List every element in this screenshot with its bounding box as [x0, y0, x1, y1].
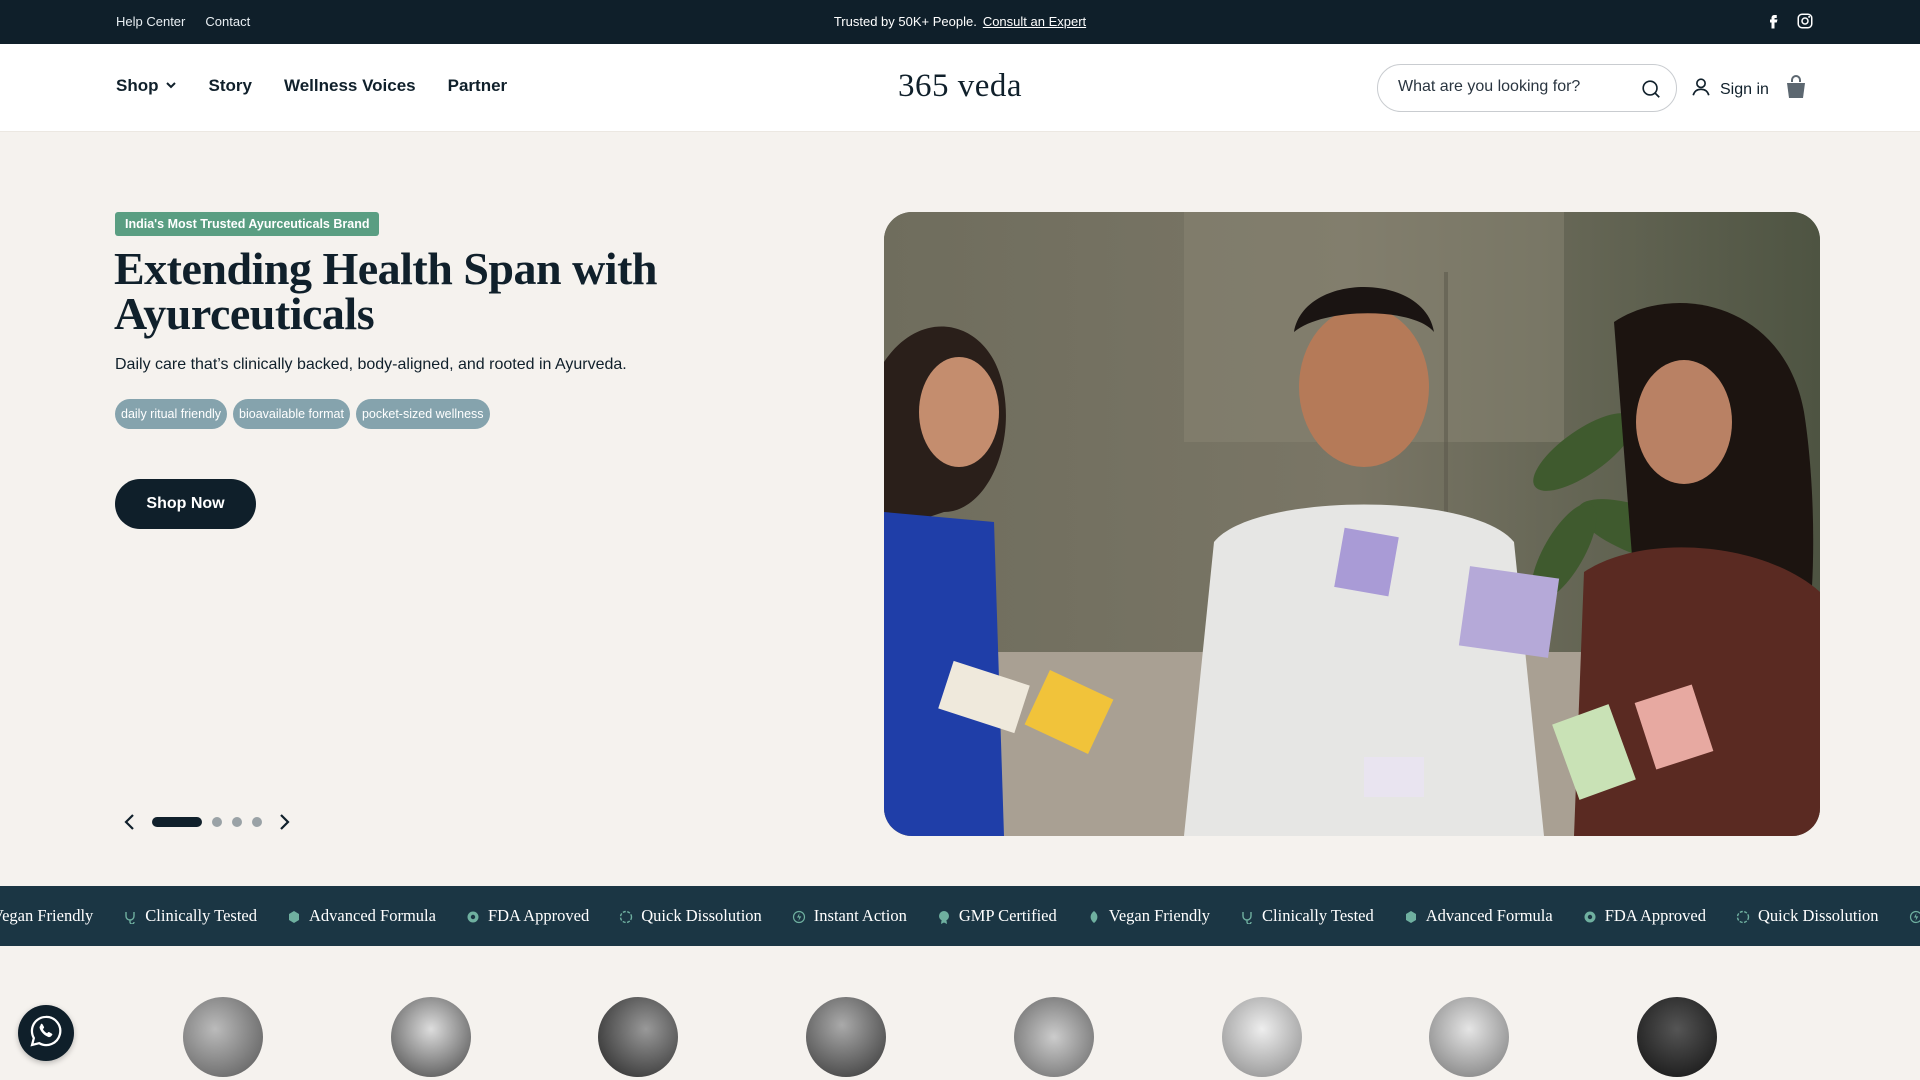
marquee-item: Advanced Formula [287, 906, 436, 926]
category-circle-8[interactable] [1637, 997, 1717, 1077]
marquee-item-label: FDA Approved [1604, 906, 1706, 925]
hero-image [884, 212, 1820, 836]
whatsapp-icon [28, 1013, 64, 1054]
category-circle-1[interactable] [183, 997, 263, 1077]
user-icon [1690, 76, 1712, 103]
cart-icon[interactable] [1784, 74, 1808, 100]
category-circle-2[interactable] [391, 997, 471, 1077]
marquee-item: Advanced Formula [1404, 906, 1553, 926]
carousel-dot-1[interactable] [152, 817, 202, 827]
site-header: Shop Story Wellness Voices Partner 365 v… [0, 44, 1920, 132]
social-links [1764, 12, 1814, 30]
marquee-item: FDA Approved [466, 906, 589, 926]
marquee-item-label: FDA Approved [487, 906, 590, 925]
category-circle-5[interactable] [1014, 997, 1094, 1077]
marquee-item-label: Quick Dissolution [641, 906, 762, 925]
bolt-icon [1909, 909, 1920, 924]
dissolve-icon [1736, 909, 1750, 924]
carousel-dot-4[interactable] [252, 817, 262, 827]
certified-icon [937, 909, 951, 924]
cube-icon [287, 909, 301, 923]
marquee-item: Instant Action [792, 906, 907, 926]
dissolve-icon [619, 909, 633, 924]
marquee-item: Quick Dissolution [619, 906, 762, 926]
pill-pocket-sized: pocket-sized wellness [355, 399, 490, 429]
stethoscope-icon [123, 909, 137, 925]
marquee-track: Vegan Friendly Clinically Tested Advanced … [0, 886, 1920, 946]
trust-badge: India's Most Trusted Ayurceuticals Brand [115, 212, 380, 236]
category-circle-6[interactable] [1222, 997, 1302, 1077]
category-circles [0, 995, 1920, 1080]
carousel-dot-2[interactable] [212, 817, 222, 827]
hero-subtitle: Daily care that’s clinically backed, bod… [115, 356, 627, 373]
search-input[interactable] [1398, 78, 1628, 96]
sign-in-label: Sign in [1720, 80, 1769, 98]
marquee-item-label: Quick Dissolution [1758, 906, 1879, 925]
badge-icon [1583, 909, 1597, 923]
trust-text: Trusted by 50K+ People. [833, 14, 977, 29]
marquee-item: Clinically Tested [123, 906, 257, 926]
marquee-item: Vegan Friendly [0, 906, 93, 926]
marquee-item-label: Advanced Formula [1425, 906, 1553, 925]
search-icon[interactable] [1640, 78, 1662, 100]
whatsapp-button[interactable] [18, 1005, 74, 1061]
marquee-item-label: GMP Certified [958, 906, 1057, 925]
badge-icon [466, 909, 480, 923]
shop-now-button[interactable]: Shop Now [115, 479, 256, 529]
stethoscope-icon [1240, 909, 1254, 925]
bolt-icon [792, 909, 806, 924]
announcement-bar: Help Center Contact Trusted by 50K+ Peop… [0, 0, 1920, 44]
category-circle-3[interactable] [598, 997, 678, 1077]
marquee-item: Instant Action [1909, 906, 1920, 926]
benefits-marquee: Vegan Friendly Clinically Tested Advanced … [0, 886, 1920, 946]
facebook-icon[interactable] [1764, 12, 1782, 30]
marquee-item-label: Vegan Friendly [1108, 906, 1211, 925]
search-box[interactable] [1377, 64, 1677, 112]
carousel-dot-3[interactable] [232, 817, 242, 827]
feature-pills: daily ritual friendly bioavailable forma… [115, 399, 490, 429]
hero-headline: Extending Health Span with Ayurceuticals [114, 243, 657, 339]
marquee-item: GMP Certified [937, 906, 1057, 926]
marquee-item-label: Clinically Tested [145, 906, 258, 925]
sign-in-link[interactable]: Sign in [1690, 76, 1769, 103]
marquee-item-label: Advanced Formula [309, 906, 436, 925]
instagram-icon[interactable] [1796, 12, 1814, 30]
cube-icon [1404, 909, 1418, 923]
marquee-item: FDA Approved [1583, 906, 1706, 926]
marquee-item: Vegan Friendly [1087, 906, 1210, 926]
chevron-right-icon[interactable] [272, 810, 296, 834]
category-circle-4[interactable] [806, 997, 886, 1077]
trust-message: Trusted by 50K+ People. Consult an Expert [0, 14, 1920, 29]
consult-expert-link[interactable]: Consult an Expert [983, 14, 1086, 29]
chevron-left-icon[interactable] [118, 810, 142, 834]
leaf-icon [1087, 909, 1101, 923]
pill-daily-ritual: daily ritual friendly [115, 399, 228, 429]
marquee-item-label: Vegan Friendly [0, 906, 94, 925]
carousel-controls [118, 810, 296, 834]
pill-bioavailable: bioavailable format [233, 399, 350, 429]
marquee-item-label: Instant Action [813, 906, 907, 925]
marquee-item-label: Clinically Tested [1262, 906, 1374, 925]
category-circle-7[interactable] [1429, 997, 1509, 1077]
marquee-item: Clinically Tested [1240, 906, 1374, 926]
marquee-item: Quick Dissolution [1736, 906, 1879, 926]
